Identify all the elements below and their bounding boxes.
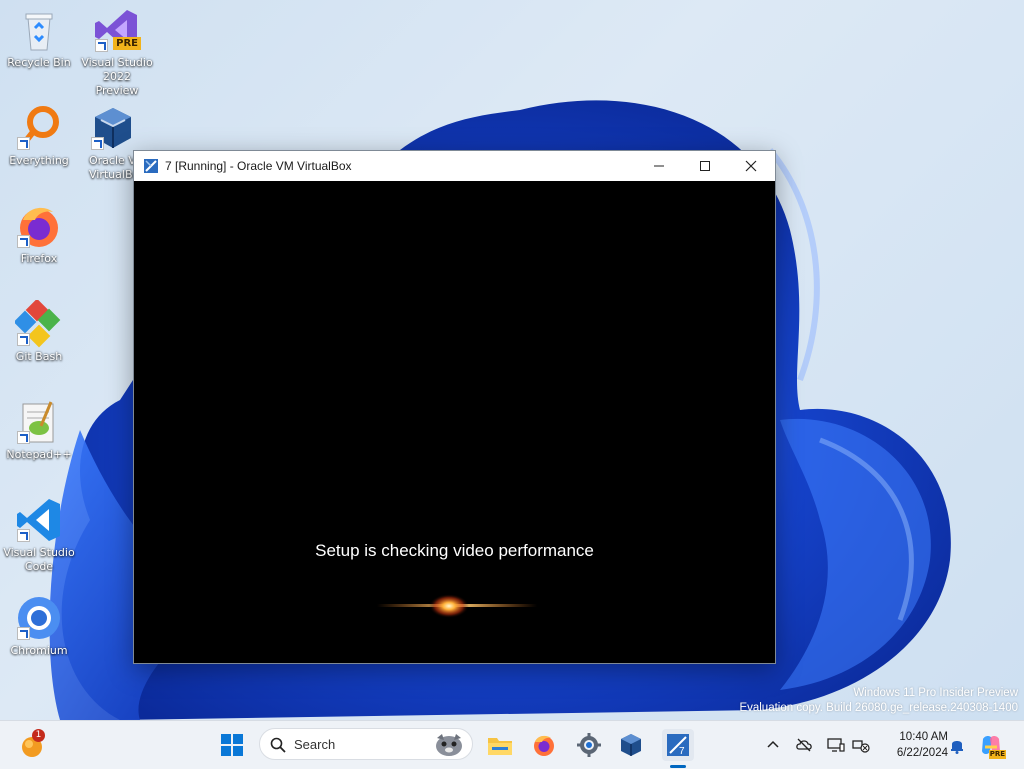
file-explorer-icon [488, 738, 512, 755]
desktop-icon-label: Visual Studio 2022 Preview [81, 56, 153, 97]
widgets-button[interactable]: 1 [16, 729, 48, 761]
copilot-button[interactable]: PRE [976, 729, 1006, 761]
windows-watermark: Windows 11 Pro Insider Preview Evaluatio… [739, 686, 1018, 716]
shortcut-arrow-icon [17, 137, 30, 150]
taskbar-search-box[interactable]: Search [259, 728, 473, 760]
shortcut-arrow-icon [17, 235, 30, 248]
virtualbox-vm-window[interactable]: 7 [Running] - Oracle VM VirtualBox Setup… [133, 150, 776, 664]
svg-text:7: 7 [679, 746, 685, 757]
notification-bell-icon[interactable] [948, 736, 966, 754]
desktop-icon-oracle-vm-virtualbox[interactable]: Oracle V VirtualBo [81, 104, 133, 182]
vscode-icon [15, 496, 63, 544]
recycle-bin-icon [15, 6, 63, 54]
shortcut-arrow-icon [17, 431, 30, 444]
taskbar-vm-7-window[interactable]: 7 [662, 729, 694, 761]
close-button[interactable] [728, 151, 774, 181]
taskbar-file-explorer[interactable] [484, 729, 516, 761]
desktop-icon-label: Git Bash [15, 350, 63, 363]
virtualbox-icon [621, 734, 641, 756]
desktop-icon-notepad-plus-plus[interactable]: Notepad++ [3, 398, 75, 462]
taskbar: 1 Search 7 10:40 AM 6/22/2024 PRE [0, 720, 1024, 769]
window-titlebar[interactable]: 7 [Running] - Oracle VM VirtualBox [134, 151, 775, 181]
loading-glow-icon [377, 594, 537, 618]
desktop-icon-label: Recycle Bin [7, 56, 71, 69]
desktop-icon-chromium[interactable]: Chromium [3, 594, 75, 658]
minimize-button[interactable] [636, 151, 682, 181]
desktop-icon-label: Notepad++ [6, 448, 72, 461]
settings-icon [577, 733, 601, 757]
shortcut-arrow-icon [17, 333, 30, 346]
desktop-icon-firefox[interactable]: Firefox [3, 202, 75, 266]
search-placeholder: Search [294, 737, 336, 752]
virtualbox-icon [89, 104, 133, 152]
clock-time: 10:40 AM [899, 731, 948, 743]
close-icon [745, 160, 757, 172]
desktop-icon-git-bash[interactable]: Git Bash [3, 298, 75, 364]
firefox-icon [15, 202, 63, 250]
vm-window-app-icon [144, 159, 158, 173]
vm-7-icon: 7 [667, 734, 689, 757]
desktop-icon-label: Chromium [10, 644, 68, 657]
window-title: 7 [Running] - Oracle VM VirtualBox [165, 159, 352, 173]
everything-search-icon [15, 104, 63, 152]
taskbar-virtualbox[interactable] [615, 729, 647, 761]
notepad-plus-plus-icon [15, 398, 63, 446]
shortcut-arrow-icon [95, 39, 108, 52]
watermark-edition: Windows 11 Pro Insider Preview [853, 687, 1018, 699]
desktop-icon-visual-studio-code[interactable]: Visual Studio Code [3, 496, 75, 574]
shortcut-arrow-icon [91, 137, 104, 150]
desktop-icon-everything[interactable]: Everything [3, 104, 75, 168]
desktop-icon-recycle-bin[interactable]: Recycle Bin [3, 6, 75, 70]
setup-status-message: Setup is checking video performance [315, 541, 594, 560]
minimize-icon [654, 165, 664, 167]
onedrive-offline-icon[interactable] [795, 736, 813, 754]
visual-studio-preview-icon: PRE [93, 6, 141, 54]
chevron-up-icon[interactable] [764, 736, 782, 754]
git-bash-icon [13, 298, 63, 348]
desktop-icon-visual-studio-2022-preview[interactable]: PRE Visual Studio 2022 Preview [81, 6, 153, 98]
shortcut-arrow-icon [17, 529, 30, 542]
firefox-icon [534, 735, 554, 756]
pre-badge: PRE [113, 37, 141, 50]
chromium-icon [15, 594, 63, 642]
desktop-icon-label: Everything [9, 154, 69, 167]
watermark-build: Evaluation copy. Build 26080.ge_release.… [739, 702, 1018, 714]
search-icon [270, 737, 286, 753]
taskbar-settings[interactable] [573, 729, 605, 761]
network-icon[interactable] [852, 736, 870, 754]
desktop-icon-label: Oracle V VirtualBo [89, 154, 133, 181]
taskbar-clock[interactable]: 10:40 AM 6/22/2024 [878, 729, 948, 761]
start-icon [221, 734, 243, 756]
desktop-icon-label: Firefox [20, 252, 58, 265]
shortcut-arrow-icon [17, 627, 30, 640]
maximize-icon [700, 161, 710, 171]
vm-display[interactable]: Setup is checking video performance [134, 181, 775, 662]
desktop-icon-label: Visual Studio Code [3, 546, 75, 573]
maximize-button[interactable] [682, 151, 728, 181]
copilot-pre-badge: PRE [988, 750, 1006, 759]
notification-badge: 1 [32, 729, 45, 742]
search-highlight-icon [436, 734, 462, 756]
clock-date: 6/22/2024 [896, 747, 948, 759]
start-button[interactable] [216, 729, 248, 761]
display-icon[interactable] [827, 736, 845, 754]
taskbar-firefox[interactable] [528, 729, 560, 761]
